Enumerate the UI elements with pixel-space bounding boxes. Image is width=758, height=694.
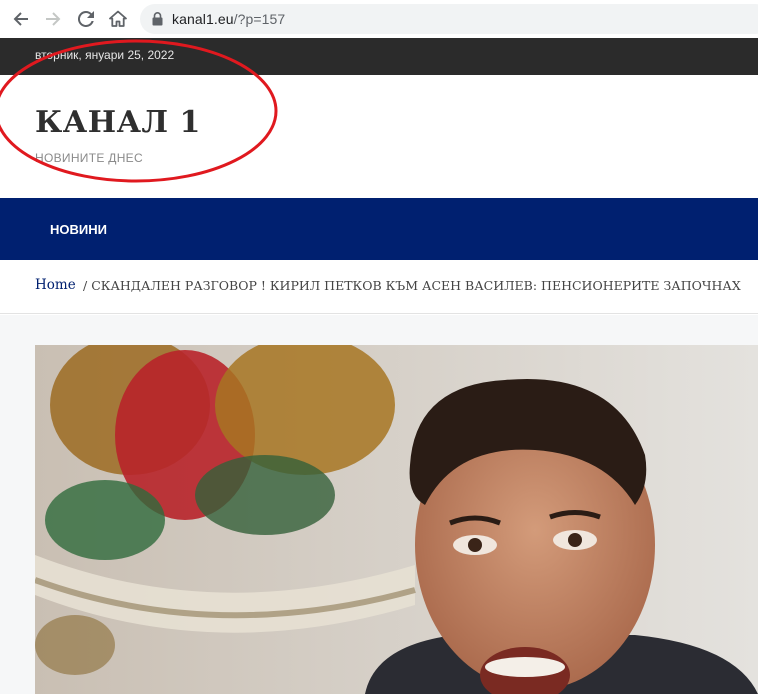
- address-bar[interactable]: kanal1.eu/?p=157: [140, 4, 758, 34]
- site-topbar: вторник, януари 25, 2022: [0, 38, 758, 75]
- site-title[interactable]: КАНАЛ 1: [35, 105, 201, 140]
- back-button[interactable]: [8, 6, 34, 32]
- forward-arrow-icon: [46, 12, 61, 26]
- home-icon: [109, 10, 127, 27]
- nav-item-news[interactable]: НОВИНИ: [50, 222, 107, 237]
- site-tagline: НОВИНИТЕ ДНЕС: [35, 151, 143, 165]
- lock-icon: [152, 12, 163, 26]
- back-arrow-icon: [13, 12, 28, 26]
- breadcrumb-current-title: СКАНДАЛЕН РАЗГОВОР ! КИРИЛ ПЕТКОВ КЪМ АС…: [91, 278, 741, 293]
- reload-button[interactable]: [73, 6, 99, 32]
- breadcrumb-separator: /: [83, 278, 88, 293]
- main-navigation: НОВИНИ: [0, 198, 758, 260]
- url-host: kanal1.eu: [172, 11, 234, 27]
- main-content: [0, 315, 758, 694]
- breadcrumb-home-link[interactable]: Home: [35, 277, 76, 293]
- breadcrumb-current: / СКАНДАЛЕН РАЗГОВОР ! КИРИЛ ПЕТКОВ КЪМ …: [83, 278, 741, 293]
- site-header: КАНАЛ 1 НОВИНИТЕ ДНЕС: [0, 75, 758, 198]
- forward-button[interactable]: [40, 6, 66, 32]
- breadcrumb: Home / СКАНДАЛЕН РАЗГОВОР ! КИРИЛ ПЕТКОВ…: [0, 260, 758, 314]
- reload-icon: [78, 11, 94, 27]
- home-button[interactable]: [105, 6, 131, 32]
- current-date: вторник, януари 25, 2022: [35, 48, 175, 62]
- featured-photo: [35, 345, 758, 694]
- featured-image[interactable]: [35, 345, 758, 694]
- url-text: kanal1.eu/?p=157: [172, 11, 285, 27]
- browser-toolbar: kanal1.eu/?p=157: [0, 0, 758, 38]
- url-path: /?p=157: [233, 11, 286, 27]
